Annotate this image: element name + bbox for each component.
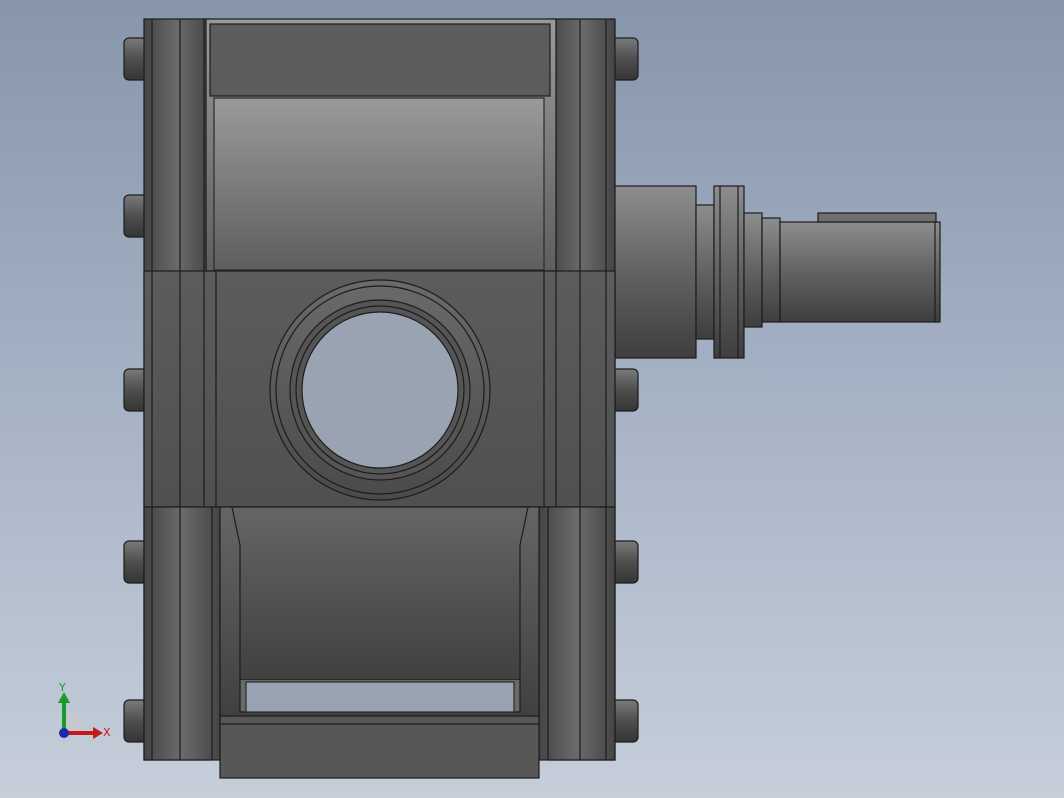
shaft-collar[interactable]: [713, 185, 745, 359]
bolt[interactable]: [611, 699, 639, 743]
shaft-hub[interactable]: [613, 185, 697, 359]
base-plate[interactable]: [219, 715, 540, 779]
shaft-step[interactable]: [695, 204, 715, 340]
x-arrow-head: [93, 727, 103, 739]
shaft-key[interactable]: [817, 212, 937, 223]
top-cover[interactable]: [209, 23, 551, 97]
bolt[interactable]: [611, 37, 639, 81]
bore-hole[interactable]: [301, 311, 459, 469]
x-axis-label: X: [103, 726, 111, 739]
gearbox-housing[interactable]: [143, 18, 616, 779]
shaft-step[interactable]: [761, 217, 781, 323]
right-flange-bolts[interactable]: [611, 37, 639, 743]
coordinate-triad: Y X: [58, 681, 111, 739]
output-shaft[interactable]: [613, 185, 941, 359]
lower-left-flange[interactable]: [143, 506, 221, 761]
shaft-end[interactable]: [779, 221, 941, 323]
bolt[interactable]: [611, 368, 639, 412]
z-axis-dot: [59, 728, 69, 738]
graphics-viewport[interactable]: Y X: [0, 0, 1064, 798]
shaft-step[interactable]: [743, 212, 763, 328]
y-axis-label: Y: [58, 681, 66, 694]
lower-right-flange[interactable]: [538, 506, 616, 761]
gearbox-model[interactable]: [0, 0, 1064, 798]
bolt[interactable]: [611, 540, 639, 584]
